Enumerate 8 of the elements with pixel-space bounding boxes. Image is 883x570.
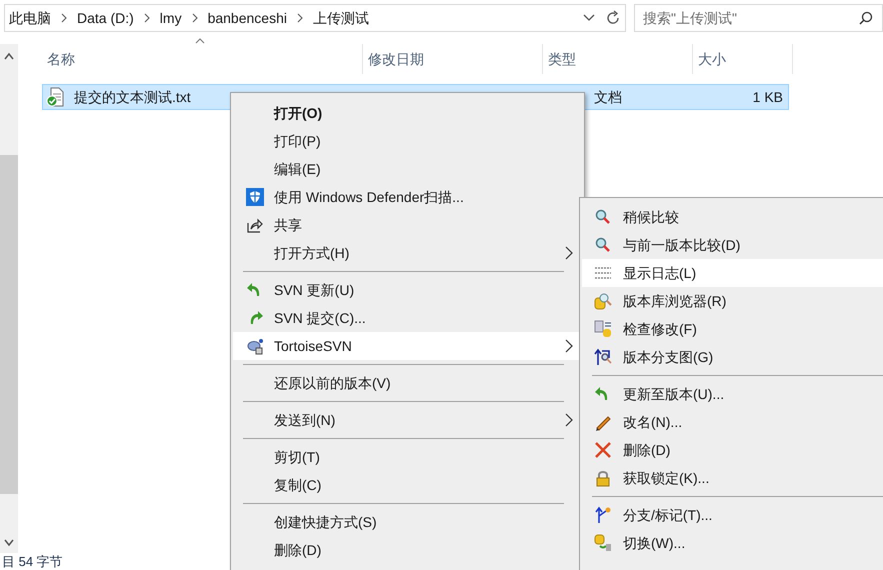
status-text: 目 54 字节	[2, 552, 63, 570]
column-label: 修改日期	[368, 50, 424, 68]
file-size: 1 KB	[752, 88, 784, 106]
column-label: 名称	[47, 50, 75, 68]
file-type: 文档	[594, 88, 623, 106]
column-label: 类型	[548, 50, 576, 68]
column-label: 大小	[698, 50, 726, 68]
file-name: 提交的文本测试.txt	[74, 88, 192, 106]
